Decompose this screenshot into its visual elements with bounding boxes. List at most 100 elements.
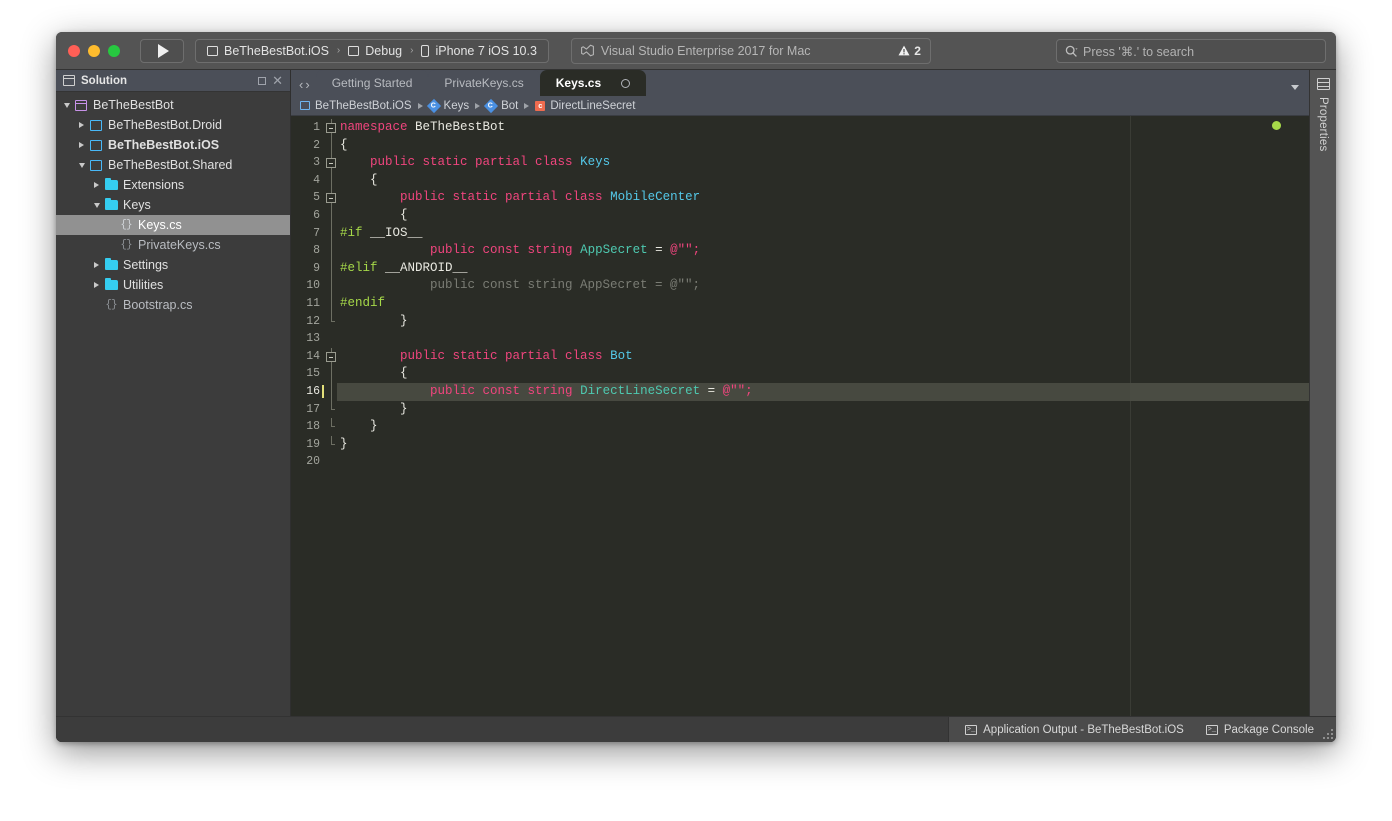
tree-item-utilities[interactable]: Utilities bbox=[56, 275, 290, 295]
tree-item-icon: {} bbox=[103, 299, 119, 311]
fold-marker[interactable] bbox=[324, 119, 339, 137]
csharp-file-icon: {} bbox=[120, 239, 132, 251]
zoom-window-button[interactable] bbox=[108, 44, 120, 57]
tree-item-bethebestbot[interactable]: BeTheBestBot bbox=[56, 95, 290, 115]
code-line[interactable]: 3 public static partial class Keys bbox=[291, 154, 1309, 172]
line-number: 5 bbox=[313, 191, 320, 205]
code-line[interactable]: 10 public const string AppSecret = @""; bbox=[291, 277, 1309, 295]
close-window-button[interactable] bbox=[68, 44, 80, 57]
project-icon bbox=[90, 119, 102, 131]
breadcrumb-item-bethebestbot-ios[interactable]: BeTheBestBot.iOS bbox=[300, 100, 412, 112]
statusbar-item-package-console[interactable]: >_ Package Console bbox=[1205, 724, 1314, 736]
token-plain: __ANDROID__ bbox=[377, 260, 468, 275]
code-line[interactable]: 1 namespace BeTheBestBot bbox=[291, 119, 1309, 137]
tree-item-bethebestbot-droid[interactable]: BeTheBestBot.Droid bbox=[56, 115, 290, 135]
statusbar-item-label: Application Output - BeTheBestBot.iOS bbox=[983, 723, 1184, 736]
warnings-indicator[interactable]: 2 bbox=[898, 44, 921, 58]
properties-pad[interactable]: Properties bbox=[1309, 70, 1336, 742]
collapse-chevron-down-icon[interactable] bbox=[90, 202, 103, 208]
tree-item-bootstrap-cs[interactable]: {} Bootstrap.cs bbox=[56, 295, 290, 315]
tree-item-label: Extensions bbox=[123, 178, 185, 192]
code-line[interactable]: 12 } bbox=[291, 312, 1309, 331]
tab-close-icon[interactable] bbox=[621, 78, 631, 88]
config-device[interactable]: iPhone 7 iOS 10.3 bbox=[421, 44, 537, 58]
expand-chevron-right-icon[interactable] bbox=[90, 182, 103, 188]
code-text: public const string AppSecret = @""; bbox=[339, 242, 700, 260]
code-line[interactable]: 14 public static partial class Bot bbox=[291, 347, 1309, 366]
expand-chevron-right-icon[interactable] bbox=[90, 262, 103, 268]
line-number: 13 bbox=[306, 332, 320, 346]
code-line[interactable]: 7 #if __IOS__ bbox=[291, 224, 1309, 243]
code-line[interactable]: 19} bbox=[291, 435, 1309, 454]
tab-overflow-chevron-down-icon[interactable] bbox=[1291, 85, 1299, 90]
code-line[interactable]: 16 public const string DirectLineSecret … bbox=[291, 382, 1309, 401]
line-number: 12 bbox=[306, 314, 320, 328]
code-editor[interactable]: 1 namespace BeTheBestBot 2{3 public static… bbox=[291, 116, 1309, 742]
line-number: 14 bbox=[306, 349, 320, 363]
tree-item-keys-cs[interactable]: {} Keys.cs bbox=[56, 215, 290, 235]
tree-item-bethebestbot-ios[interactable]: BeTheBestBot.iOS bbox=[56, 135, 290, 155]
fold-marker[interactable] bbox=[324, 347, 339, 366]
warning-count: 2 bbox=[914, 43, 921, 58]
statusbar-item-application-output-bethebestbot-ios[interactable]: >_ Application Output - BeTheBestBot.iOS bbox=[965, 724, 1184, 736]
collapse-chevron-down-icon[interactable] bbox=[60, 102, 73, 108]
current-line-highlight-right bbox=[1130, 382, 1309, 401]
code-line[interactable]: 11 #endif bbox=[291, 294, 1309, 313]
run-configuration-selector[interactable]: BeTheBestBot.iOS › Debug › iPhone 7 iOS … bbox=[195, 38, 549, 63]
bottom-pad-buttons: >_ Application Output - BeTheBestBot.iOS >… bbox=[948, 717, 1336, 742]
code-line[interactable]: 20 bbox=[291, 453, 1309, 471]
code-line[interactable]: 17 } bbox=[291, 400, 1309, 419]
code-text: { bbox=[339, 207, 408, 225]
config-separator-2: › bbox=[410, 45, 414, 56]
breadcrumb-item-directlinesecret[interactable]: c DirectLineSecret bbox=[535, 100, 635, 112]
minimize-window-button[interactable] bbox=[88, 44, 100, 57]
constant-icon: c bbox=[535, 100, 546, 111]
code-line[interactable]: 18 } bbox=[291, 418, 1309, 436]
code-line[interactable]: 6 { bbox=[291, 206, 1309, 225]
tab-keys-cs[interactable]: Keys.cs bbox=[539, 70, 647, 96]
code-line[interactable]: 13 bbox=[291, 330, 1309, 348]
code-line[interactable]: 5 public static partial class MobileCent… bbox=[291, 189, 1309, 207]
code-line[interactable]: 15 { bbox=[291, 365, 1309, 383]
breadcrumb-item-bot[interactable]: C Bot bbox=[484, 98, 518, 113]
folder-icon bbox=[104, 177, 118, 190]
tree-item-icon bbox=[88, 159, 104, 171]
tree-item-keys[interactable]: Keys bbox=[56, 195, 290, 215]
tree-item-settings[interactable]: Settings bbox=[56, 255, 290, 275]
status-panel[interactable]: Visual Studio Enterprise 2017 for Mac 2 bbox=[570, 37, 931, 64]
resize-grip[interactable] bbox=[1323, 729, 1334, 740]
dock-pad-button[interactable] bbox=[258, 76, 267, 85]
fold-marker[interactable] bbox=[324, 154, 339, 172]
code-line[interactable]: 2{ bbox=[291, 136, 1309, 155]
tree-item-bethebestbot-shared[interactable]: BeTheBestBot.Shared bbox=[56, 155, 290, 175]
config-project[interactable]: BeTheBestBot.iOS bbox=[207, 44, 329, 58]
expand-chevron-right-icon[interactable] bbox=[75, 142, 88, 148]
project-icon bbox=[300, 101, 310, 110]
code-line[interactable]: 8 public const string AppSecret = @""; bbox=[291, 242, 1309, 260]
expand-chevron-right-icon[interactable] bbox=[90, 282, 103, 288]
fold-marker bbox=[324, 400, 339, 419]
code-line[interactable]: 9 #elif __ANDROID__ bbox=[291, 259, 1309, 278]
fold-marker[interactable] bbox=[324, 189, 339, 207]
tab-privatekeys-cs[interactable]: PrivateKeys.cs bbox=[428, 70, 540, 96]
expand-chevron-right-icon[interactable] bbox=[75, 122, 88, 128]
search-input[interactable]: Press '⌘.' to search bbox=[1056, 39, 1326, 63]
tree-item-privatekeys-cs[interactable]: {} PrivateKeys.cs bbox=[56, 235, 290, 255]
tree-item-icon bbox=[103, 177, 119, 190]
code-line[interactable]: 4 { bbox=[291, 171, 1309, 190]
tree-item-extensions[interactable]: Extensions bbox=[56, 175, 290, 195]
config-configuration[interactable]: Debug bbox=[348, 44, 402, 58]
fold-marker bbox=[324, 435, 339, 454]
code-text: public const string DirectLineSecret = @… bbox=[339, 383, 753, 401]
nav-back-icon[interactable]: ‹ bbox=[299, 78, 303, 91]
breadcrumb-item-keys[interactable]: C Keys bbox=[426, 98, 469, 113]
close-pad-button[interactable]: ✕ bbox=[272, 74, 283, 87]
collapse-chevron-down-icon[interactable] bbox=[75, 162, 88, 168]
run-button[interactable] bbox=[140, 38, 184, 63]
nav-forward-icon[interactable]: › bbox=[305, 78, 309, 91]
tab-getting-started[interactable]: Getting Started bbox=[315, 70, 429, 96]
